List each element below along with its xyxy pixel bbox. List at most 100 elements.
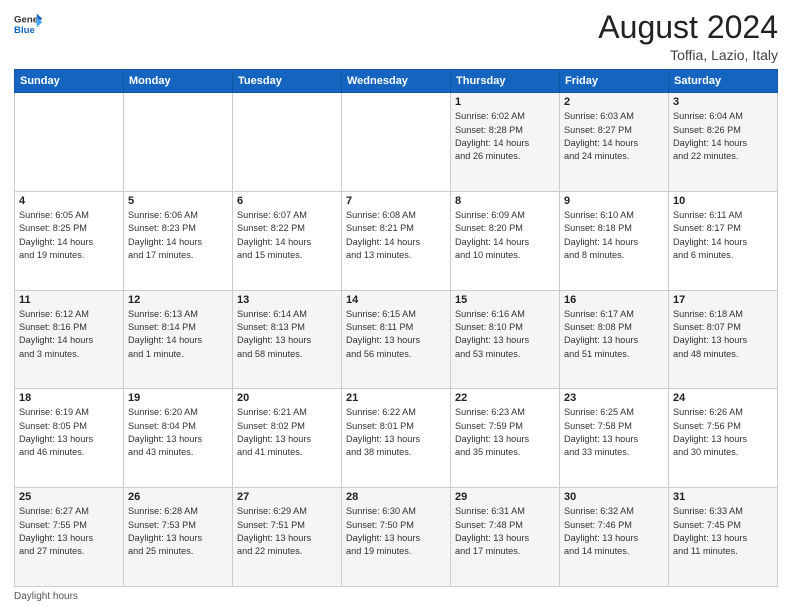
- day-info: Sunrise: 6:18 AM Sunset: 8:07 PM Dayligh…: [673, 308, 773, 361]
- table-row: 4 Sunrise: 6:05 AM Sunset: 8:25 PM Daylig…: [15, 191, 124, 290]
- day-number: 9: [564, 195, 664, 207]
- day-info: Sunrise: 6:03 AM Sunset: 8:27 PM Dayligh…: [564, 110, 664, 163]
- day-number: 24: [673, 392, 773, 404]
- header: General Blue August 2024 Toffia, Lazio, …: [14, 10, 778, 63]
- table-row: 26 Sunrise: 6:28 AM Sunset: 7:53 PM Dayli…: [124, 488, 233, 587]
- calendar-header-row: Sunday Monday Tuesday Wednesday Thursday…: [15, 70, 778, 93]
- col-sunday: Sunday: [15, 70, 124, 93]
- table-row: 22 Sunrise: 6:23 AM Sunset: 7:59 PM Dayli…: [451, 389, 560, 488]
- day-number: 26: [128, 491, 228, 503]
- table-row: [342, 93, 451, 192]
- day-number: 22: [455, 392, 555, 404]
- table-row: [124, 93, 233, 192]
- day-number: 19: [128, 392, 228, 404]
- table-row: 12 Sunrise: 6:13 AM Sunset: 8:14 PM Dayli…: [124, 290, 233, 389]
- day-info: Sunrise: 6:05 AM Sunset: 8:25 PM Dayligh…: [19, 209, 119, 262]
- table-row: 13Sunrise: 6:14 AM Sunset: 8:13 PM Dayli…: [233, 290, 342, 389]
- title-block: August 2024 Toffia, Lazio, Italy: [598, 10, 778, 63]
- calendar: Sunday Monday Tuesday Wednesday Thursday…: [14, 69, 778, 587]
- day-number: 12: [128, 294, 228, 306]
- table-row: 19 Sunrise: 6:20 AM Sunset: 8:04 PM Dayli…: [124, 389, 233, 488]
- location: Toffia, Lazio, Italy: [598, 47, 778, 63]
- table-row: 9Sunrise: 6:10 AM Sunset: 8:18 PM Daylig…: [560, 191, 669, 290]
- table-row: 25 Sunrise: 6:27 AM Sunset: 7:55 PM Dayli…: [15, 488, 124, 587]
- table-row: 15Sunrise: 6:16 AM Sunset: 8:10 PM Dayli…: [451, 290, 560, 389]
- day-number: 31: [673, 491, 773, 503]
- day-number: 28: [346, 491, 446, 503]
- table-row: 11 Sunrise: 6:12 AM Sunset: 8:16 PM Dayli…: [15, 290, 124, 389]
- day-number: 4: [19, 195, 119, 207]
- table-row: 1 Sunrise: 6:02 AM Sunset: 8:28 PM Daylig…: [451, 93, 560, 192]
- logo: General Blue: [14, 10, 42, 38]
- table-row: 17 Sunrise: 6:18 AM Sunset: 8:07 PM Dayli…: [669, 290, 778, 389]
- day-info: Sunrise: 6:25 AM Sunset: 7:58 PM Dayligh…: [564, 406, 664, 459]
- day-info: Sunrise: 6:33 AM Sunset: 7:45 PM Dayligh…: [673, 505, 773, 558]
- col-tuesday: Tuesday: [233, 70, 342, 93]
- col-monday: Monday: [124, 70, 233, 93]
- day-number: 2: [564, 96, 664, 108]
- day-info: Sunrise: 6:06 AM Sunset: 8:23 PM Dayligh…: [128, 209, 228, 262]
- day-info: Sunrise: 6:04 AM Sunset: 8:26 PM Dayligh…: [673, 110, 773, 163]
- day-info: Sunrise: 6:29 AM Sunset: 7:51 PM Dayligh…: [237, 505, 337, 558]
- day-number: 16: [564, 294, 664, 306]
- day-info: Sunrise: 6:19 AM Sunset: 8:05 PM Dayligh…: [19, 406, 119, 459]
- day-number: 11: [19, 294, 119, 306]
- day-info: Sunrise: 6:11 AM Sunset: 8:17 PM Dayligh…: [673, 209, 773, 262]
- day-info: Sunrise: 6:09 AM Sunset: 8:20 PM Dayligh…: [455, 209, 555, 262]
- col-friday: Friday: [560, 70, 669, 93]
- day-info: Sunrise: 6:07 AM Sunset: 8:22 PM Dayligh…: [237, 209, 337, 262]
- day-number: 20: [237, 392, 337, 404]
- page: General Blue August 2024 Toffia, Lazio, …: [0, 0, 792, 612]
- day-info: Sunrise: 6:13 AM Sunset: 8:14 PM Dayligh…: [128, 308, 228, 361]
- table-row: 20 Sunrise: 6:21 AM Sunset: 8:02 PM Dayli…: [233, 389, 342, 488]
- day-info: Sunrise: 6:12 AM Sunset: 8:16 PM Dayligh…: [19, 308, 119, 361]
- table-row: 2 Sunrise: 6:03 AM Sunset: 8:27 PM Daylig…: [560, 93, 669, 192]
- day-info: Sunrise: 6:21 AM Sunset: 8:02 PM Dayligh…: [237, 406, 337, 459]
- table-row: 14Sunrise: 6:15 AM Sunset: 8:11 PM Dayli…: [342, 290, 451, 389]
- day-info: Sunrise: 6:32 AM Sunset: 7:46 PM Dayligh…: [564, 505, 664, 558]
- day-number: 21: [346, 392, 446, 404]
- table-row: 24 Sunrise: 6:26 AM Sunset: 7:56 PM Dayli…: [669, 389, 778, 488]
- day-info: Sunrise: 6:23 AM Sunset: 7:59 PM Dayligh…: [455, 406, 555, 459]
- col-thursday: Thursday: [451, 70, 560, 93]
- day-info: Sunrise: 6:15 AM Sunset: 8:11 PM Dayligh…: [346, 308, 446, 361]
- table-row: [233, 93, 342, 192]
- table-row: 16 Sunrise: 6:17 AM Sunset: 8:08 PM Dayli…: [560, 290, 669, 389]
- calendar-week-2: 4 Sunrise: 6:05 AM Sunset: 8:25 PM Daylig…: [15, 191, 778, 290]
- table-row: 3Sunrise: 6:04 AM Sunset: 8:26 PM Daylig…: [669, 93, 778, 192]
- daylight-label: Daylight hours: [14, 591, 78, 602]
- table-row: [15, 93, 124, 192]
- day-number: 27: [237, 491, 337, 503]
- month-year: August 2024: [598, 10, 778, 45]
- calendar-week-5: 25 Sunrise: 6:27 AM Sunset: 7:55 PM Dayli…: [15, 488, 778, 587]
- day-number: 25: [19, 491, 119, 503]
- day-info: Sunrise: 6:27 AM Sunset: 7:55 PM Dayligh…: [19, 505, 119, 558]
- table-row: 23 Sunrise: 6:25 AM Sunset: 7:58 PM Dayli…: [560, 389, 669, 488]
- svg-text:Blue: Blue: [14, 25, 35, 36]
- day-number: 13: [237, 294, 337, 306]
- table-row: 30 Sunrise: 6:32 AM Sunset: 7:46 PM Dayli…: [560, 488, 669, 587]
- table-row: 28Sunrise: 6:30 AM Sunset: 7:50 PM Dayli…: [342, 488, 451, 587]
- day-number: 23: [564, 392, 664, 404]
- day-info: Sunrise: 6:20 AM Sunset: 8:04 PM Dayligh…: [128, 406, 228, 459]
- day-info: Sunrise: 6:08 AM Sunset: 8:21 PM Dayligh…: [346, 209, 446, 262]
- calendar-week-3: 11 Sunrise: 6:12 AM Sunset: 8:16 PM Dayli…: [15, 290, 778, 389]
- day-info: Sunrise: 6:28 AM Sunset: 7:53 PM Dayligh…: [128, 505, 228, 558]
- logo-icon: General Blue: [14, 10, 42, 38]
- day-number: 7: [346, 195, 446, 207]
- table-row: 7 Sunrise: 6:08 AM Sunset: 8:21 PM Daylig…: [342, 191, 451, 290]
- day-info: Sunrise: 6:17 AM Sunset: 8:08 PM Dayligh…: [564, 308, 664, 361]
- day-number: 29: [455, 491, 555, 503]
- col-saturday: Saturday: [669, 70, 778, 93]
- day-info: Sunrise: 6:26 AM Sunset: 7:56 PM Dayligh…: [673, 406, 773, 459]
- day-number: 17: [673, 294, 773, 306]
- col-wednesday: Wednesday: [342, 70, 451, 93]
- table-row: 18 Sunrise: 6:19 AM Sunset: 8:05 PM Dayli…: [15, 389, 124, 488]
- day-info: Sunrise: 6:31 AM Sunset: 7:48 PM Dayligh…: [455, 505, 555, 558]
- day-number: 30: [564, 491, 664, 503]
- day-number: 1: [455, 96, 555, 108]
- day-number: 10: [673, 195, 773, 207]
- calendar-week-1: 1 Sunrise: 6:02 AM Sunset: 8:28 PM Daylig…: [15, 93, 778, 192]
- day-number: 18: [19, 392, 119, 404]
- day-info: Sunrise: 6:02 AM Sunset: 8:28 PM Dayligh…: [455, 110, 555, 163]
